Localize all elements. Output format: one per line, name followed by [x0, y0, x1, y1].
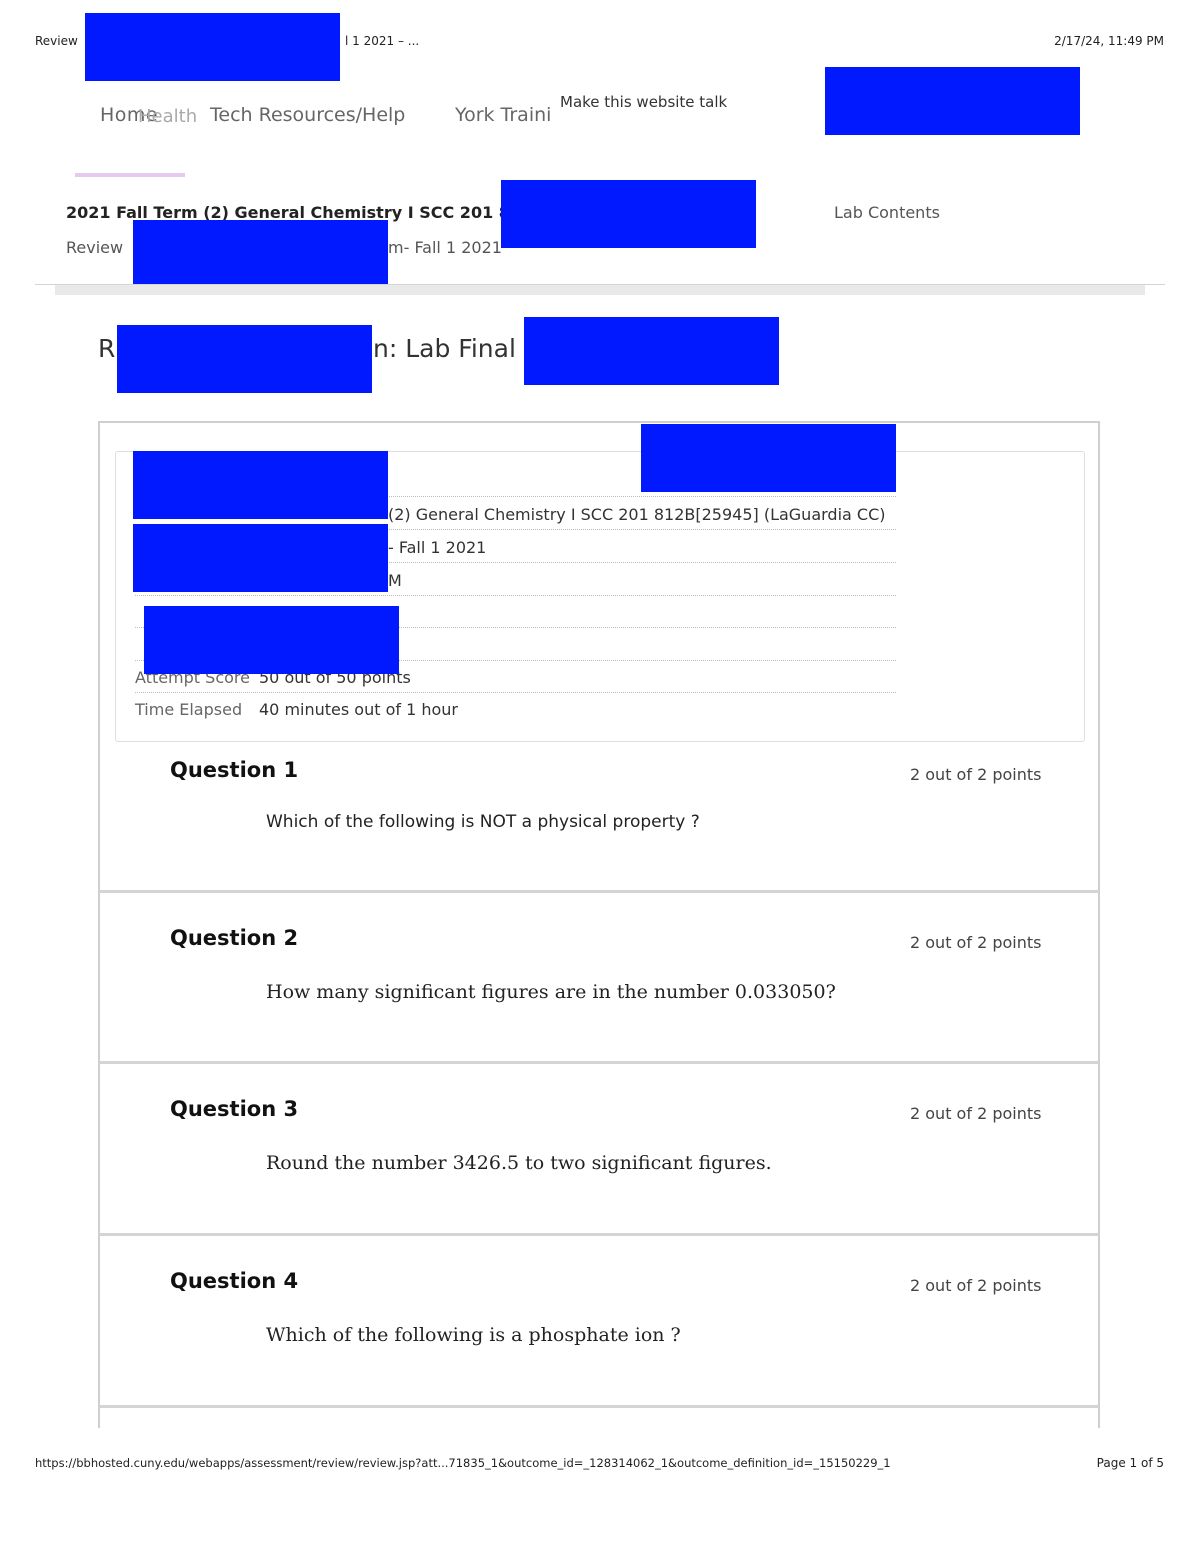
- header-bar: [55, 285, 1145, 295]
- nav-york-training[interactable]: York Traini: [455, 104, 551, 126]
- redaction-block: [85, 13, 340, 81]
- question-title: Question 1: [170, 758, 299, 782]
- question-text: Round the number 3426.5 to two significa…: [266, 1152, 772, 1174]
- lab-contents-link[interactable]: Lab Contents: [834, 203, 940, 222]
- question-divider: [99, 1405, 1099, 1408]
- redaction-block: [825, 67, 1080, 135]
- redaction-block: [133, 524, 388, 592]
- detail-separator: [135, 692, 896, 693]
- question-divider: [99, 1061, 1099, 1064]
- question-divider: [99, 890, 1099, 893]
- redaction-block: [144, 606, 399, 674]
- print-footer-url: https://bbhosted.cuny.edu/webapps/assess…: [35, 1456, 891, 1470]
- question-points: 2 out of 2 points: [910, 1276, 1042, 1295]
- breadcrumb-end[interactable]: m- Fall 1 2021: [388, 238, 502, 257]
- detail-time-elapsed-label: Time Elapsed: [135, 700, 243, 719]
- question-text: Which of the following is a phosphate io…: [266, 1324, 681, 1346]
- breadcrumb-start[interactable]: Review: [66, 238, 123, 257]
- question-title: Question 4: [170, 1269, 299, 1293]
- question-points: 2 out of 2 points: [910, 765, 1042, 784]
- redaction-block: [641, 424, 896, 492]
- print-header-title-end: l 1 2021 – ...: [345, 34, 420, 48]
- question-points: 2 out of 2 points: [910, 1104, 1042, 1123]
- redaction-block: [117, 325, 372, 393]
- print-header-title-start: Review: [35, 34, 78, 48]
- nav-health-overlap[interactable]: Health: [138, 106, 197, 127]
- question-text: How many significant figures are in the …: [266, 981, 836, 1003]
- redaction-block: [133, 220, 388, 288]
- page-title-start: R: [98, 334, 116, 363]
- page-title: n: Lab Final: [373, 334, 516, 363]
- nav-tech-resources[interactable]: Tech Resources/Help: [210, 104, 405, 126]
- redaction-block: [524, 317, 779, 385]
- detail-started-value: M: [388, 571, 402, 590]
- redaction-block: [133, 451, 388, 519]
- detail-course-value: (2) General Chemistry I SCC 201 812B[259…: [388, 505, 886, 524]
- print-footer-page: Page 1 of 5: [1096, 1456, 1164, 1470]
- detail-separator: [135, 595, 896, 596]
- question-title: Question 3: [170, 1097, 299, 1121]
- print-header-datetime: 2/17/24, 11:49 PM: [1054, 34, 1164, 48]
- redaction-block: [501, 180, 756, 248]
- detail-time-elapsed-value: 40 minutes out of 1 hour: [259, 700, 459, 719]
- detail-test-value: - Fall 1 2021: [388, 538, 487, 557]
- speak-popup[interactable]: Make this website talk: [560, 93, 727, 111]
- page-bottom-area: [0, 1428, 1200, 1553]
- nav-active-underline: [75, 173, 185, 177]
- question-points: 2 out of 2 points: [910, 933, 1042, 952]
- question-text: Which of the following is NOT a physical…: [266, 812, 700, 832]
- question-divider: [99, 1233, 1099, 1236]
- question-title: Question 2: [170, 926, 299, 950]
